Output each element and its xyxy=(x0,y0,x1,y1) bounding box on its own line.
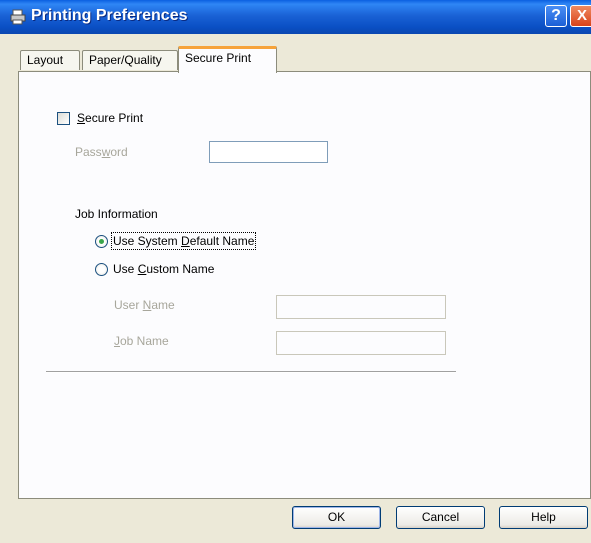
tab-layout[interactable]: Layout xyxy=(20,50,80,70)
printer-icon xyxy=(10,9,26,25)
job-name-field[interactable] xyxy=(276,331,446,355)
user-name-label: User Name xyxy=(114,298,175,312)
window-title: Printing Preferences xyxy=(31,7,188,24)
password-field[interactable] xyxy=(209,141,328,163)
help-title-button[interactable]: ? xyxy=(545,5,567,27)
job-information-heading: Job Information xyxy=(75,207,158,221)
job-name-label: Job Name xyxy=(114,334,169,348)
help-icon: ? xyxy=(551,7,561,24)
ok-button[interactable]: OK xyxy=(292,506,381,529)
separator xyxy=(46,371,456,373)
help-button[interactable]: Help xyxy=(499,506,588,529)
custom-name-radio[interactable] xyxy=(95,263,108,276)
system-default-label[interactable]: Use System Default Name xyxy=(110,232,257,250)
tab-paper-quality[interactable]: Paper/Quality xyxy=(82,50,178,70)
custom-name-label[interactable]: Use Custom Name xyxy=(113,262,214,276)
system-default-radio[interactable] xyxy=(95,235,108,248)
cancel-button[interactable]: Cancel xyxy=(396,506,485,529)
tab-panel xyxy=(18,71,591,499)
secure-print-label[interactable]: Secure Print xyxy=(77,111,143,125)
title-bar[interactable]: Printing Preferences ? X xyxy=(0,0,591,34)
secure-print-checkbox[interactable] xyxy=(57,112,70,125)
close-button[interactable]: X xyxy=(570,5,591,27)
password-label: Password xyxy=(75,145,128,159)
tab-secure-print[interactable]: Secure Print xyxy=(178,46,277,73)
user-name-field[interactable] xyxy=(276,295,446,319)
close-icon: X xyxy=(576,7,587,24)
